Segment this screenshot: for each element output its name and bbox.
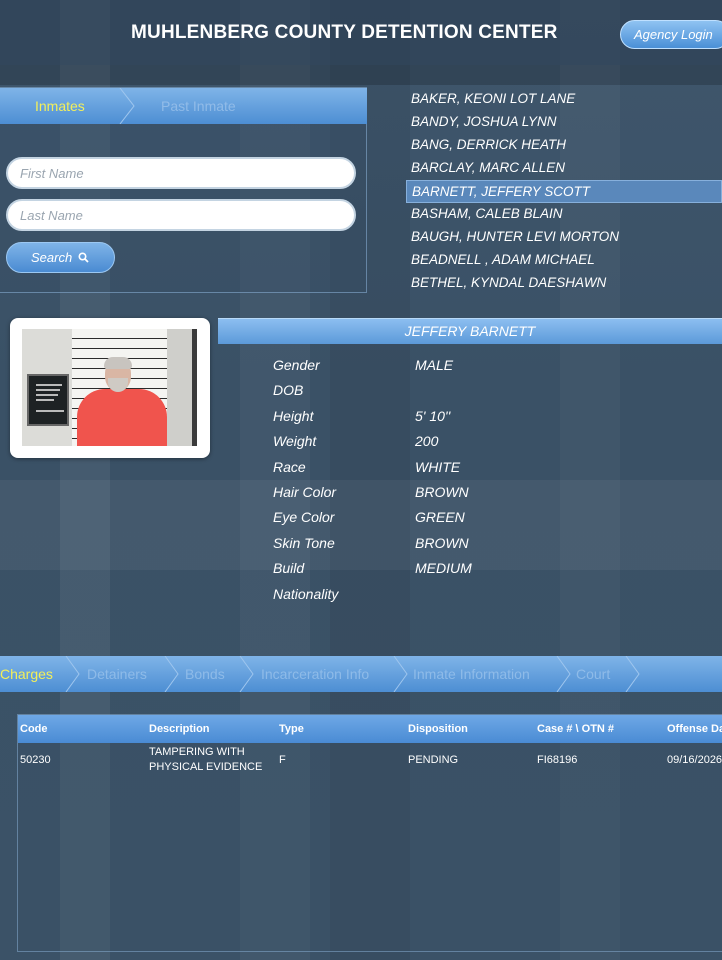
tab-past-inmate[interactable]: Past Inmate bbox=[161, 98, 236, 114]
column-header-code: Code bbox=[20, 723, 48, 735]
tab-detainers[interactable]: Detainers bbox=[87, 666, 147, 682]
detail-label: Race bbox=[273, 458, 306, 475]
charge-offense-date: 09/16/2026 bbox=[667, 754, 722, 766]
charges-table: Code Description Type Disposition Case #… bbox=[17, 714, 722, 952]
page-header: MUHLENBERG COUNTY DETENTION CENTER Agenc… bbox=[0, 0, 722, 65]
charges-table-header: Code Description Type Disposition Case #… bbox=[18, 715, 722, 743]
detail-value: WHITE bbox=[415, 458, 461, 475]
detail-row: Race WHITE bbox=[273, 457, 713, 482]
column-header-offense-date: Offense Date bbox=[667, 723, 722, 735]
inmate-list-item[interactable]: BEADNELL , ADAM MICHAEL bbox=[406, 249, 722, 272]
last-name-input[interactable] bbox=[6, 199, 356, 231]
agency-login-button[interactable]: Agency Login bbox=[620, 20, 722, 49]
inmate-list-item[interactable]: BANDY, JOSHUA LYNN bbox=[406, 111, 722, 134]
detail-row: Weight 200 bbox=[273, 431, 713, 456]
detail-label: Build bbox=[273, 560, 305, 577]
booking-sign bbox=[27, 374, 69, 426]
search-panel: Inmates Past Inmate Search bbox=[0, 87, 367, 293]
column-header-disposition: Disposition bbox=[408, 723, 468, 735]
detail-value: BROWN bbox=[415, 483, 469, 500]
mugshot-frame bbox=[10, 318, 210, 458]
inmate-list-item[interactable]: BAKER, KEONI LOT LANE bbox=[406, 88, 722, 111]
column-header-case: Case # \ OTN # bbox=[537, 723, 615, 735]
detail-value: GREEN bbox=[415, 509, 465, 526]
charge-type: F bbox=[279, 754, 286, 766]
tab-charges[interactable]: Charges bbox=[0, 666, 53, 682]
detail-row: Height 5' 10'' bbox=[273, 406, 713, 431]
search-tabbar: Inmates Past Inmate bbox=[0, 88, 367, 124]
detail-value: BROWN bbox=[415, 534, 469, 551]
charge-case-number: FI68196 bbox=[537, 754, 578, 766]
inmate-details: Gender MALE DOB Height 5' 10'' Weight 200 R… bbox=[273, 355, 713, 609]
detail-row: Eye Color GREEN bbox=[273, 507, 713, 532]
detail-label: DOB bbox=[273, 382, 304, 399]
tab-inmate-information[interactable]: Inmate Information bbox=[413, 666, 530, 682]
detail-label: Nationality bbox=[273, 585, 339, 602]
inmate-list-item[interactable]: BETHEL, KYNDAL DAESHAWN bbox=[406, 272, 722, 295]
detail-label: Weight bbox=[273, 433, 317, 450]
column-header-description: Description bbox=[149, 723, 210, 735]
search-button-label: Search bbox=[31, 250, 73, 265]
inmate-name-header: JEFFERY BARNETT bbox=[218, 318, 722, 344]
detail-row: Gender MALE bbox=[273, 355, 713, 380]
tab-separator-icon bbox=[239, 656, 254, 692]
tab-separator-icon bbox=[65, 656, 80, 692]
search-button[interactable]: Search bbox=[6, 242, 115, 273]
detail-row: Build MEDIUM bbox=[273, 558, 713, 583]
inmate-list-item[interactable]: BAUGH, HUNTER LEVI MORTON bbox=[406, 226, 722, 249]
detail-value: 200 bbox=[415, 433, 439, 450]
first-name-input[interactable] bbox=[6, 157, 356, 189]
search-icon bbox=[78, 252, 89, 263]
detail-label: Hair Color bbox=[273, 483, 337, 500]
inmate-list-item-selected[interactable]: BARNETT, JEFFERY SCOTT bbox=[406, 180, 722, 203]
detail-value: MALE bbox=[415, 357, 454, 373]
tab-incarceration-info[interactable]: Incarceration Info bbox=[261, 666, 369, 682]
detail-label: Height bbox=[273, 407, 314, 424]
inmate-list-item[interactable]: BANG, DERRICK HEATH bbox=[406, 134, 722, 157]
charge-code: 50230 bbox=[20, 754, 51, 766]
inmate-list: BAKER, KEONI LOT LANE BANDY, JOSHUA LYNN… bbox=[406, 88, 722, 295]
detail-tabbar: Charges Detainers Bonds Incarceration In… bbox=[0, 656, 722, 692]
tab-separator-icon bbox=[119, 88, 135, 124]
detail-value: MEDIUM bbox=[415, 560, 472, 577]
detail-row: DOB bbox=[273, 380, 713, 405]
tab-separator-icon bbox=[625, 656, 640, 692]
tab-separator-icon bbox=[556, 656, 571, 692]
inmate-list-item[interactable]: BASHAM, CALEB BLAIN bbox=[406, 203, 722, 226]
column-header-type: Type bbox=[279, 723, 304, 735]
detail-row: Nationality bbox=[273, 584, 713, 609]
tab-separator-icon bbox=[393, 656, 408, 692]
detail-row: Skin Tone BROWN bbox=[273, 533, 713, 558]
detail-label: Skin Tone bbox=[273, 534, 335, 551]
charge-description-line2: PHYSICAL EVIDENCE bbox=[149, 761, 263, 773]
detail-value: 5' 10'' bbox=[415, 407, 451, 424]
charge-disposition: PENDING bbox=[408, 754, 459, 766]
detail-row: Hair Color BROWN bbox=[273, 482, 713, 507]
mugshot-photo[interactable] bbox=[22, 329, 197, 446]
tab-court[interactable]: Court bbox=[576, 666, 610, 682]
charge-description-line1: TAMPERING WITH bbox=[149, 746, 245, 758]
page-title: MUHLENBERG COUNTY DETENTION CENTER bbox=[131, 22, 558, 43]
tab-separator-icon bbox=[164, 656, 179, 692]
detail-label: Gender bbox=[273, 357, 320, 373]
tab-inmates[interactable]: Inmates bbox=[35, 98, 85, 114]
inmate-list-item[interactable]: BARCLAY, MARC ALLEN bbox=[406, 157, 722, 180]
detail-label: Eye Color bbox=[273, 509, 335, 526]
tab-bonds[interactable]: Bonds bbox=[185, 666, 225, 682]
